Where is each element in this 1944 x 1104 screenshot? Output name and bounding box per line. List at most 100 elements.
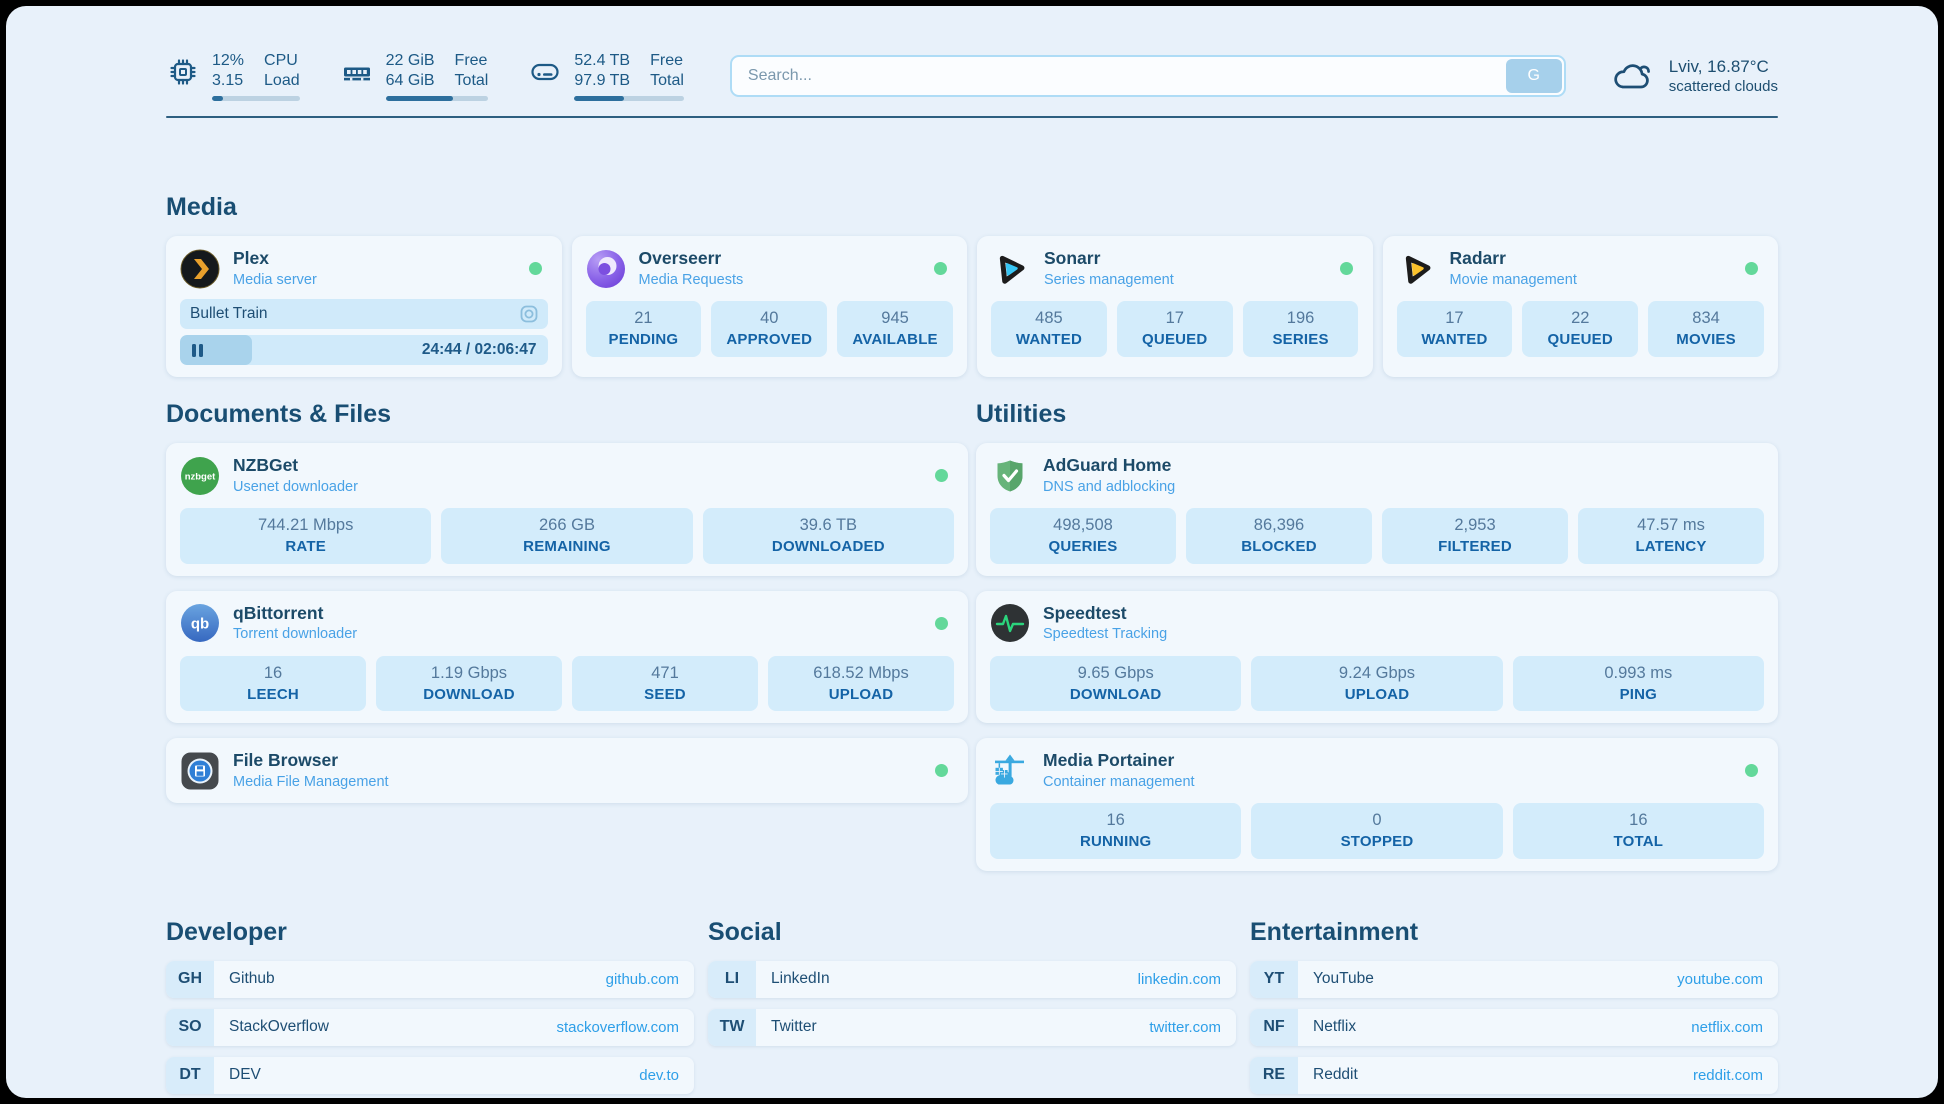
stat-wanted: 17 WANTED — [1397, 301, 1513, 357]
search-provider-button[interactable]: G — [1506, 59, 1562, 93]
stat-queued: 22 QUEUED — [1522, 301, 1638, 357]
disk-widget: 52.4 TB 97.9 TB Free Total — [528, 51, 684, 101]
filebrowser-icon — [180, 751, 220, 791]
stat-movies: 834 MOVIES — [1648, 301, 1764, 357]
service-card-portainer[interactable]: Media Portainer Container management 16 … — [976, 738, 1778, 871]
memory-progress-track — [386, 96, 489, 101]
bookmark-reddit[interactable]: RE Reddit reddit.com — [1250, 1057, 1778, 1094]
service-subtitle: Media Requests — [639, 271, 744, 289]
bookmark-twitter[interactable]: TW Twitter twitter.com — [708, 1009, 1236, 1046]
status-dot — [1745, 262, 1758, 275]
bookmark-url: twitter.com — [1149, 1019, 1221, 1036]
bookmark-abbr: TW — [708, 1009, 756, 1046]
disk-free-value: 52.4 TB — [574, 51, 630, 71]
stat-running: 16 RUNNING — [990, 803, 1241, 859]
service-card-plex[interactable]: Plex Media server Bullet Train 24:44 / 0… — [166, 236, 562, 377]
system-widgets: 12% 3.15 CPU Load — [166, 51, 684, 101]
disk-free-label: Free — [650, 51, 684, 71]
bookmark-url: linkedin.com — [1138, 971, 1221, 988]
service-title: Radarr — [1450, 248, 1577, 270]
bookmark-abbr: GH — [166, 961, 214, 998]
bookmark-url: github.com — [606, 971, 679, 988]
status-dot — [1340, 262, 1353, 275]
status-dot — [935, 617, 948, 630]
bookmark-abbr: NF — [1250, 1009, 1298, 1046]
memory-free-label: Free — [455, 51, 489, 71]
service-card-qbittorrent[interactable]: qb qBittorrent Torrent downloader 16 LEE… — [166, 591, 968, 724]
service-card-filebrowser[interactable]: File Browser Media File Management — [166, 738, 968, 803]
service-card-sonarr[interactable]: Sonarr Series management 485 WANTED 17 Q… — [977, 236, 1373, 377]
playback-time: 24:44 / 02:06:47 — [422, 341, 548, 359]
section-title-utilities: Utilities — [976, 399, 1778, 429]
stat-upload: 618.52 Mbps UPLOAD — [768, 656, 954, 712]
stat-blocked: 86,396 BLOCKED — [1186, 508, 1372, 564]
stat-series: 196 SERIES — [1243, 301, 1359, 357]
disk-progress-fill — [574, 96, 623, 101]
service-card-adguard[interactable]: AdGuard Home DNS and adblocking 498,508 … — [976, 443, 1778, 576]
now-playing-row: Bullet Train — [180, 299, 548, 329]
view-media-icon[interactable] — [520, 305, 538, 323]
cloud-icon — [1610, 58, 1656, 94]
adguard-icon — [990, 456, 1030, 496]
nzbget-icon: nzbget — [180, 456, 220, 496]
bookmark-name: Netflix — [1313, 1018, 1356, 1036]
search-input[interactable] — [730, 55, 1566, 97]
cpu-progress-fill — [212, 96, 223, 101]
bookmark-url: netflix.com — [1691, 1019, 1763, 1036]
service-card-speedtest[interactable]: Speedtest Speedtest Tracking 9.65 Gbps D… — [976, 591, 1778, 724]
stat-download: 9.65 Gbps DOWNLOAD — [990, 656, 1241, 712]
stat-rate: 744.21 Mbps RATE — [180, 508, 431, 564]
service-card-radarr[interactable]: Radarr Movie management 17 WANTED 22 QUE… — [1383, 236, 1779, 377]
status-dot — [934, 262, 947, 275]
bookmark-dev[interactable]: DT DEV dev.to — [166, 1057, 694, 1094]
stat-upload: 9.24 Gbps UPLOAD — [1251, 656, 1502, 712]
stat-queries: 498,508 QUERIES — [990, 508, 1176, 564]
bookmark-name: Github — [229, 970, 275, 988]
status-dot — [935, 764, 948, 777]
now-playing-title: Bullet Train — [190, 305, 520, 323]
stat-remaining: 266 GB REMAINING — [441, 508, 692, 564]
stat-downloaded: 39.6 TB DOWNLOADED — [703, 508, 954, 564]
bookmark-name: Reddit — [1313, 1066, 1358, 1084]
dashboard-page: 12% 3.15 CPU Load — [6, 6, 1938, 1098]
service-title: Speedtest — [1043, 603, 1167, 625]
cpu-widget: 12% 3.15 CPU Load — [166, 51, 300, 101]
service-subtitle: Media server — [233, 271, 317, 289]
disk-total-label: Total — [650, 71, 684, 91]
stat-latency: 47.57 ms LATENCY — [1578, 508, 1764, 564]
header-divider — [166, 116, 1778, 118]
bookmark-abbr: LI — [708, 961, 756, 998]
stat-wanted: 485 WANTED — [991, 301, 1107, 357]
service-card-nzbget[interactable]: nzbget NZBGet Usenet downloader 744.21 M… — [166, 443, 968, 576]
section-title-media: Media — [166, 192, 1778, 222]
top-bar: 12% 3.15 CPU Load — [166, 46, 1778, 106]
disk-icon — [528, 55, 562, 89]
memory-icon — [340, 55, 374, 89]
portainer-icon — [990, 751, 1030, 791]
section-title-documents: Documents & Files — [166, 399, 968, 429]
service-subtitle: DNS and adblocking — [1043, 478, 1175, 496]
bookmark-name: DEV — [229, 1066, 261, 1084]
memory-progress-fill — [386, 96, 454, 101]
bookmark-abbr: SO — [166, 1009, 214, 1046]
service-title: Sonarr — [1044, 248, 1174, 270]
status-dot — [1745, 764, 1758, 777]
svg-text:nzbget: nzbget — [185, 471, 216, 482]
stat-seed: 471 SEED — [572, 656, 758, 712]
bookmark-netflix[interactable]: NF Netflix netflix.com — [1250, 1009, 1778, 1046]
stat-total: 16 TOTAL — [1513, 803, 1764, 859]
bookmark-url: dev.to — [639, 1067, 679, 1084]
status-dot — [529, 262, 542, 275]
service-subtitle: Container management — [1043, 773, 1195, 791]
bookmark-github[interactable]: GH Github github.com — [166, 961, 694, 998]
status-dot — [935, 469, 948, 482]
bookmark-youtube[interactable]: YT YouTube youtube.com — [1250, 961, 1778, 998]
pause-icon[interactable] — [192, 344, 206, 357]
bookmark-stackoverflow[interactable]: SO StackOverflow stackoverflow.com — [166, 1009, 694, 1046]
bookmark-abbr: YT — [1250, 961, 1298, 998]
svg-text:qb: qb — [191, 616, 209, 633]
plex-icon — [180, 249, 220, 289]
bookmark-url: stackoverflow.com — [556, 1019, 679, 1036]
bookmark-linkedin[interactable]: LI LinkedIn linkedin.com — [708, 961, 1236, 998]
service-card-overseerr[interactable]: Overseerr Media Requests 21 PENDING 40 A… — [572, 236, 968, 377]
